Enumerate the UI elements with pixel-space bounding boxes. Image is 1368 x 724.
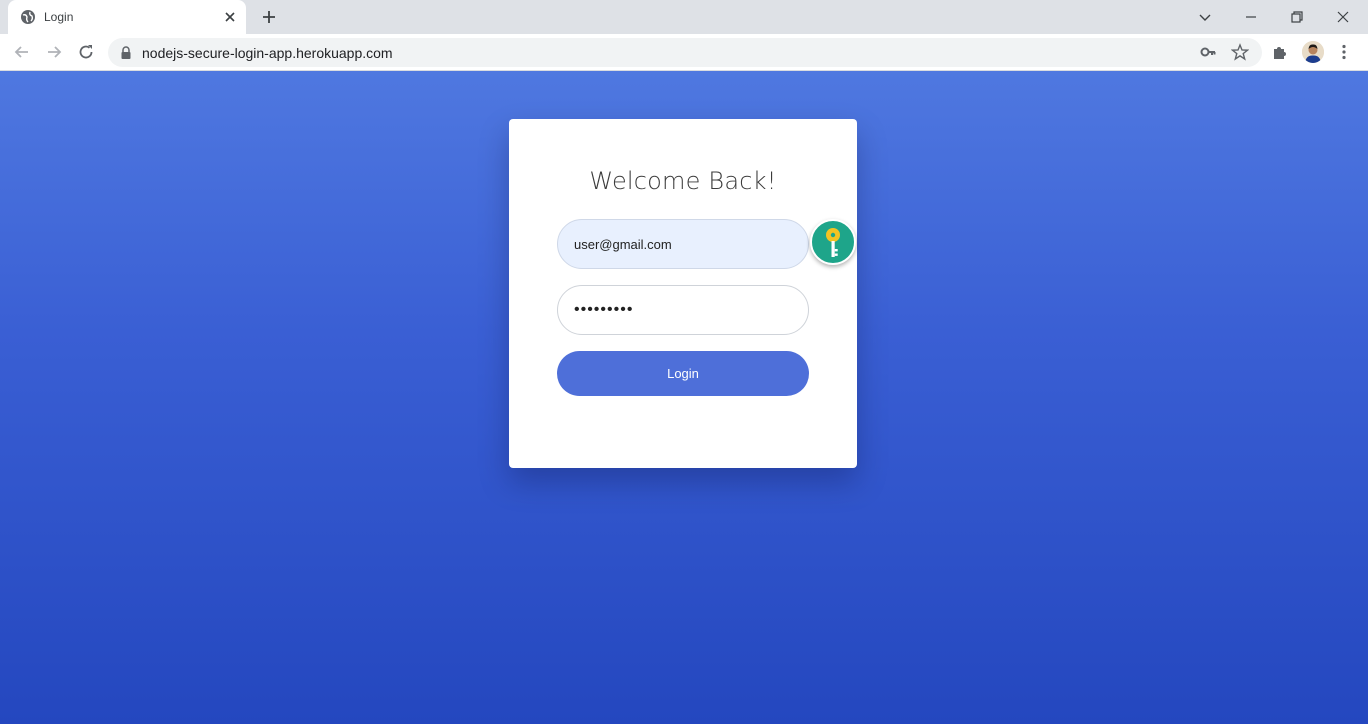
plus-icon[interactable] bbox=[260, 8, 278, 26]
password-manager-badge[interactable] bbox=[810, 219, 856, 265]
close-window-icon[interactable] bbox=[1333, 7, 1353, 27]
browser-toolbar: nodejs-secure-login-app.herokuapp.com bbox=[0, 34, 1368, 71]
key-icon bbox=[826, 228, 840, 257]
globe-icon bbox=[21, 10, 35, 24]
login-card: Welcome Back! Login bbox=[509, 119, 857, 468]
address-bar[interactable]: nodejs-secure-login-app.herokuapp.com bbox=[108, 38, 1262, 67]
avatar[interactable] bbox=[1302, 41, 1324, 63]
puzzle-icon[interactable] bbox=[1270, 42, 1290, 62]
page-background: Welcome Back! Login bbox=[0, 71, 1368, 724]
tab-login[interactable]: Login bbox=[8, 0, 246, 34]
kebab-menu-icon[interactable] bbox=[1334, 42, 1354, 62]
key-icon[interactable] bbox=[1199, 43, 1217, 61]
page-title: Welcome Back! bbox=[589, 167, 777, 195]
url-text: nodejs-secure-login-app.herokuapp.com bbox=[142, 45, 393, 61]
arrow-left-icon[interactable] bbox=[12, 42, 32, 62]
chevron-down-icon[interactable] bbox=[1195, 7, 1215, 27]
star-icon[interactable] bbox=[1231, 43, 1249, 61]
email-field[interactable] bbox=[557, 219, 809, 269]
tab-strip: Login bbox=[0, 0, 1368, 34]
tab-title: Login bbox=[44, 10, 74, 24]
login-button[interactable]: Login bbox=[557, 351, 809, 396]
reload-icon[interactable] bbox=[76, 42, 96, 62]
password-field[interactable] bbox=[557, 285, 809, 335]
close-icon[interactable] bbox=[222, 9, 238, 25]
restore-icon[interactable] bbox=[1287, 7, 1307, 27]
arrow-right-icon[interactable] bbox=[44, 42, 64, 62]
lock-icon[interactable] bbox=[120, 46, 132, 59]
minimize-icon[interactable] bbox=[1241, 7, 1261, 27]
